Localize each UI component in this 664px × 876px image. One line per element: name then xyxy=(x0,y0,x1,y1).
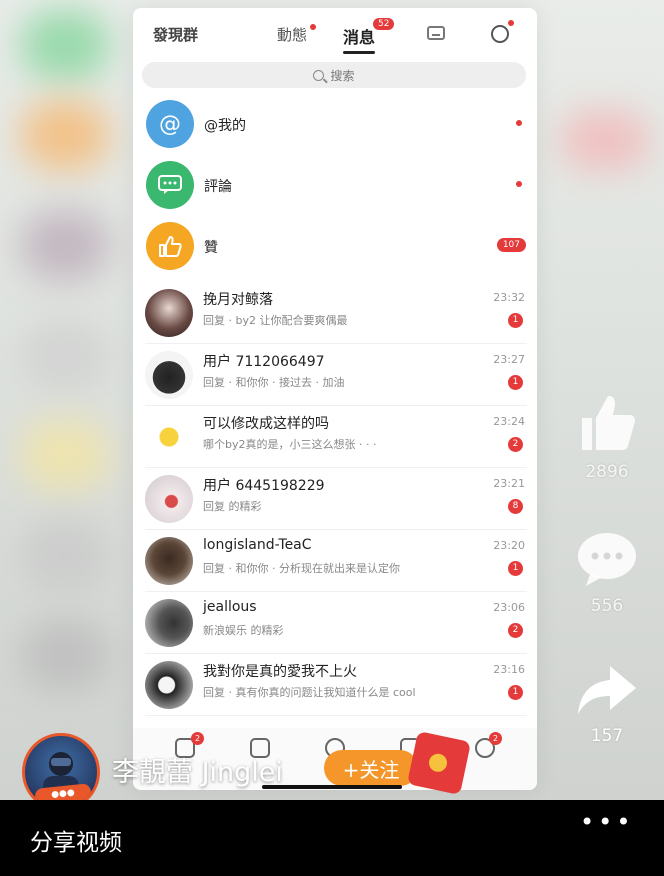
red-packet-icon[interactable] xyxy=(406,730,472,796)
chat-name: 用户 7112066497 xyxy=(203,354,325,370)
avatar xyxy=(145,289,193,337)
search-icon xyxy=(313,69,325,81)
unread-badge: 2 xyxy=(508,437,523,452)
compose-icon[interactable] xyxy=(491,25,509,43)
profile-badge: 2 xyxy=(489,732,502,745)
message-screen: 發現群 動態 消息 52 搜索 @ @我的 評論 贊 107 挽月对鲸落 回复 … xyxy=(133,8,537,790)
compose-dot xyxy=(508,20,514,26)
chat-preview: 回复 · by2 让你配合要爽偶最 xyxy=(203,314,348,327)
chat-time: 23:06 xyxy=(493,601,525,614)
avatar xyxy=(145,475,193,523)
avatar xyxy=(145,413,193,461)
avatar xyxy=(145,537,193,585)
tab-messages[interactable]: 消息 xyxy=(343,24,376,54)
message-tabbar: 發現群 動態 消息 52 xyxy=(133,8,537,60)
chat-bubble-icon xyxy=(146,161,194,209)
chat-row[interactable]: 挽月对鲸落 回复 · by2 让你配合要爽偶最 23:32 1 xyxy=(145,283,527,344)
comment-action[interactable]: 556 xyxy=(572,530,642,616)
share-icon xyxy=(578,666,636,714)
share-count: 157 xyxy=(590,726,624,746)
unread-badge: 1 xyxy=(508,561,523,576)
avatar xyxy=(145,351,193,399)
likes-label: 贊 xyxy=(204,240,218,256)
chat-time: 23:32 xyxy=(493,291,525,304)
chat-time: 23:24 xyxy=(493,415,525,428)
creator-name: 李靚蕾 Jinglei xyxy=(112,757,283,788)
at-icon: @ xyxy=(146,100,194,148)
chat-time: 23:16 xyxy=(493,663,525,676)
like-count: 2896 xyxy=(585,462,629,482)
thumbs-up-icon xyxy=(146,222,194,270)
more-options-icon[interactable]: ••• xyxy=(580,808,634,836)
chat-time: 23:20 xyxy=(493,539,525,552)
follow-dot xyxy=(310,24,316,30)
chat-row[interactable]: 用户 6445198229 回复 的精彩 23:21 8 xyxy=(145,469,527,530)
unread-badge: 8 xyxy=(508,499,523,514)
search-bar[interactable]: 搜索 xyxy=(142,62,526,88)
chat-row[interactable]: jeallous 新浪娱乐 的精彩 23:06 2 xyxy=(145,593,527,654)
chat-row[interactable]: 可以修改成这样的吗 哪个by2真的是，小三这么想张 · · · 23:24 2 xyxy=(145,407,527,468)
chat-name: longisland-TeaC xyxy=(203,537,312,553)
chat-time: 23:21 xyxy=(493,477,525,490)
chat-preview: 新浪娱乐 的精彩 xyxy=(203,624,284,637)
tab-discover[interactable]: 發現群 xyxy=(153,24,198,45)
mention-dot xyxy=(516,120,522,126)
share-video-label[interactable]: 分享视频 xyxy=(30,823,122,857)
messages-badge: 52 xyxy=(373,18,395,30)
share-action[interactable]: 157 xyxy=(572,662,642,746)
comment-icon xyxy=(578,533,636,586)
unread-badge: 1 xyxy=(508,313,523,328)
follow-button[interactable]: +关注 xyxy=(324,750,418,786)
chat-preview: 回复 · 和你你 · 分析现在就出来是认定你 xyxy=(203,562,400,575)
chat-name: 用户 6445198229 xyxy=(203,478,325,494)
chat-time: 23:27 xyxy=(493,353,525,366)
comment-count: 556 xyxy=(590,596,624,616)
mention-row[interactable]: @ @我的 xyxy=(146,100,526,148)
chat-name: 我對你是真的愛我不上火 xyxy=(203,664,357,680)
chat-preview: 哪个by2真的是，小三这么想张 · · · xyxy=(203,438,377,451)
chat-name: 可以修改成这样的吗 xyxy=(203,416,329,432)
avatar xyxy=(145,599,193,647)
search-placeholder: 搜索 xyxy=(330,68,355,83)
home-indicator xyxy=(262,785,402,789)
chat-row[interactable]: 用户 7112066497 回复 · 和你你 · 接过去 · 加油 23:27 … xyxy=(145,345,527,406)
chat-row[interactable]: longisland-TeaC 回复 · 和你你 · 分析现在就出来是认定你 2… xyxy=(145,531,527,592)
avatar xyxy=(145,661,193,709)
chat-name: jeallous xyxy=(203,599,257,615)
like-action[interactable]: 2896 xyxy=(572,392,642,482)
unread-badge: 1 xyxy=(508,685,523,700)
inbox-icon[interactable] xyxy=(427,26,445,40)
chat-preview: 回复 · 和你你 · 接过去 · 加油 xyxy=(203,376,345,389)
comments-dot xyxy=(516,181,522,187)
chat-preview: 回复 的精彩 xyxy=(203,500,262,513)
comments-row[interactable]: 評論 xyxy=(146,161,526,209)
likes-pill: 107 xyxy=(496,238,526,252)
home-badge: 2 xyxy=(191,732,204,745)
unread-badge: 2 xyxy=(508,623,523,638)
chat-name: 挽月对鲸落 xyxy=(203,292,273,308)
unread-badge: 1 xyxy=(508,375,523,390)
chat-row[interactable]: 我對你是真的愛我不上火 回复 · 真有你真的问题让我知道什么是 cool 23:… xyxy=(145,655,527,716)
mention-label: @我的 xyxy=(204,118,246,134)
tab-follow[interactable]: 動態 xyxy=(277,24,307,45)
chat-preview: 回复 · 真有你真的问题让我知道什么是 cool xyxy=(203,686,416,699)
likes-row[interactable]: 贊 107 xyxy=(146,222,526,270)
comments-label: 評論 xyxy=(204,179,232,195)
thumbs-up-icon xyxy=(582,396,635,450)
